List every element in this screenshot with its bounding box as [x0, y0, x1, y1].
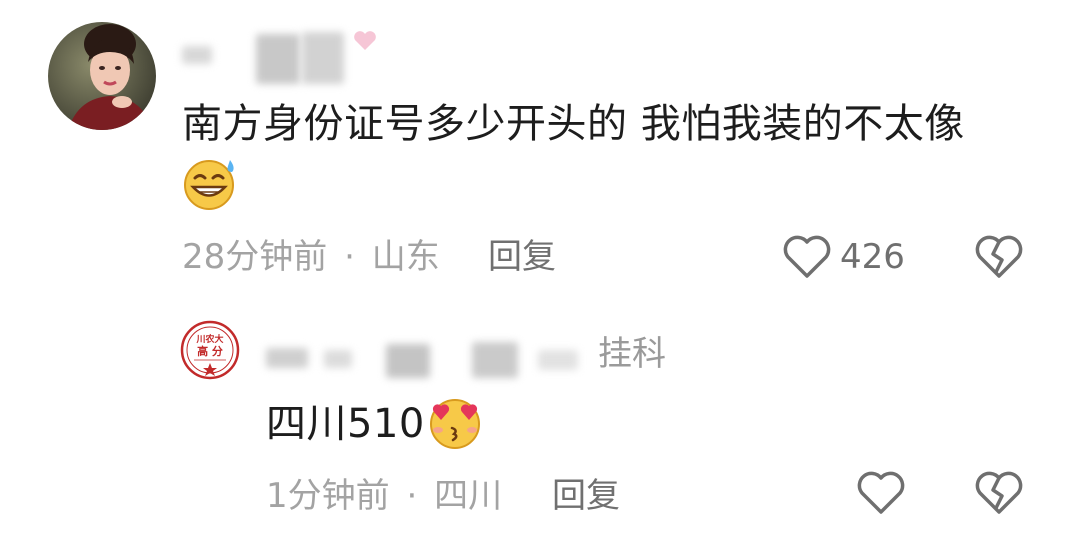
comment-like-count: 426: [840, 237, 905, 277]
reply-location: 四川: [434, 476, 503, 516]
comment-time: 28分钟前: [182, 237, 328, 277]
comment-location: 山东: [371, 237, 440, 277]
comment-text: 南方身份证号多少开头的 我怕我装的不太像: [182, 101, 965, 147]
reply-dislike-button[interactable]: [974, 470, 1024, 520]
heart-icon: [857, 471, 905, 514]
replier-name-redacted[interactable]: [262, 334, 602, 390]
replier-name-suffix: 挂科: [598, 334, 666, 374]
comment-meta: 28分钟前 · 山东: [182, 237, 440, 277]
reply-meta: 1分钟前 · 四川: [266, 476, 502, 516]
svg-text:高 分: 高 分: [197, 344, 223, 358]
heart-eyes-kiss-emoji: [424, 394, 486, 454]
reply-like-button[interactable]: [856, 470, 906, 520]
heart-decoration-icon: [354, 31, 376, 50]
heart-icon: [783, 235, 831, 278]
broken-heart-icon: [975, 471, 1023, 514]
broken-heart-icon: [975, 235, 1023, 278]
replier-avatar[interactable]: 川农大 高 分: [180, 320, 240, 380]
reply-text: 四川510: [266, 401, 425, 447]
seal-logo: 川农大 高 分: [180, 320, 240, 380]
reply-time: 1分钟前: [266, 476, 390, 516]
comment-like-button[interactable]: 426: [782, 232, 910, 282]
meta-separator: ·: [406, 476, 418, 516]
meta-separator: ·: [344, 237, 355, 277]
commenter-name-redacted[interactable]: [182, 30, 382, 86]
commenter-avatar[interactable]: [48, 22, 156, 130]
grin-sweat-emoji: [180, 156, 240, 216]
reply-reply-button[interactable]: 回复: [552, 476, 620, 516]
svg-text:川农大: 川农大: [195, 333, 223, 345]
avatar-photo: [48, 22, 156, 130]
comment-dislike-button[interactable]: [974, 234, 1024, 284]
comment-reply-button[interactable]: 回复: [488, 237, 556, 277]
